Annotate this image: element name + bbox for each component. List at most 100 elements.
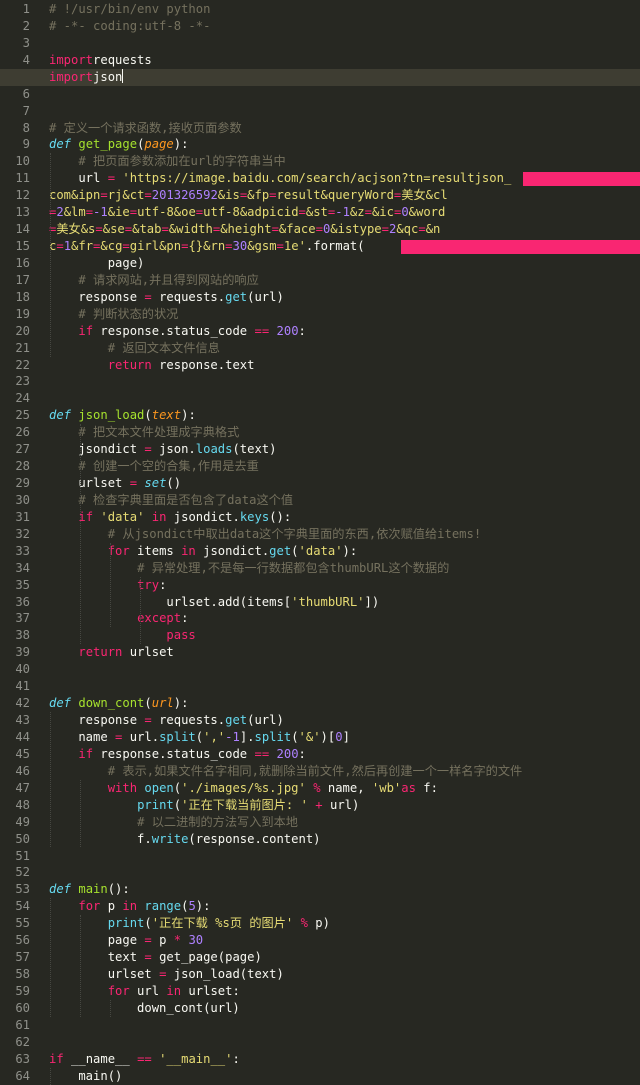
code-line[interactable]: except: — [49, 610, 188, 627]
code-line[interactable]: jsondict = json.loads(text) — [49, 441, 276, 458]
line-number: 63 — [15, 1051, 30, 1066]
code-line[interactable]: urlset = set() — [49, 475, 181, 492]
line-number: 13 — [15, 205, 30, 220]
code-line[interactable]: # 请求网站,并且得到网站的响应 — [49, 272, 259, 289]
code-token: ( — [144, 408, 152, 423]
code-token: requests. — [151, 289, 226, 304]
line-number: 10 — [15, 154, 30, 169]
code-token: url — [151, 696, 174, 711]
code-line[interactable]: main() — [49, 1068, 122, 1085]
line-number: 17 — [15, 272, 30, 287]
code-line[interactable]: # !/usr/bin/env python — [49, 1, 210, 18]
code-line[interactable]: f.write(response.content) — [49, 831, 320, 848]
code-token: &ic — [371, 205, 394, 220]
code-line[interactable]: def main(): — [49, 881, 130, 898]
code-token: = — [129, 476, 138, 491]
code-line[interactable]: urlset = json_load(text) — [49, 966, 284, 983]
code-line[interactable]: name = url.split(','-1].split('&')[0] — [49, 729, 350, 746]
line-number: 2 — [22, 18, 30, 33]
code-line[interactable]: if __name__ == '__main__': — [49, 1051, 240, 1068]
code-line[interactable]: if response.status_code == 200: — [49, 746, 306, 763]
code-line[interactable]: for p in range(5): — [49, 898, 210, 915]
code-line[interactable]: with open('./images/%s.jpg' % name, 'wb'… — [49, 780, 438, 797]
code-token: jsondict. — [195, 543, 270, 558]
code-token: 200 — [276, 323, 299, 338]
redaction-bar — [523, 172, 640, 187]
code-line[interactable]: def get_page(page): — [49, 136, 188, 153]
code-token: def — [49, 882, 72, 897]
code-line[interactable]: importrequests — [49, 52, 152, 69]
code-line[interactable]: def json_load(text): — [49, 407, 196, 424]
code-token: open — [144, 780, 174, 795]
code-line[interactable]: for url in urlset: — [49, 983, 240, 1000]
code-line[interactable]: if 'data' in jsondict.keys(): — [49, 509, 291, 526]
code-token: # 表示,如果文件名字相同,就删除当前文件,然后再创建一个一样名字的文件 — [107, 763, 523, 778]
code-line[interactable]: url = 'https://image.baidu.com/search/ac… — [49, 170, 511, 187]
code-token: -1 — [225, 729, 240, 744]
code-line[interactable]: =美女&s=&se=&tab=&width=&height=&face=0&is… — [49, 221, 440, 238]
code-line[interactable]: urlset.add(items['thumbURL']) — [49, 594, 379, 611]
code-token: get — [225, 289, 248, 304]
code-line[interactable]: # 从jsondict中取出data这个字典里面的东西,依次赋值给items! — [49, 526, 481, 543]
code-line[interactable]: print('正在下载当前图片: ' + url) — [49, 797, 359, 814]
code-token: urlset: — [181, 983, 240, 998]
code-editor[interactable]: 1234567891011121314151617181920212223242… — [0, 0, 640, 1085]
code-line[interactable]: # 检查字典里面是否包含了data这个值 — [49, 492, 293, 509]
code-token: 0 — [335, 729, 343, 744]
code-line[interactable]: for items in jsondict.get('data'): — [49, 543, 358, 560]
line-number: 43 — [15, 713, 30, 728]
code-line[interactable]: # 返回文本文件信息 — [49, 340, 220, 357]
code-line[interactable]: page = p * 30 — [49, 932, 203, 949]
code-token: # 请求网站,并且得到网站的响应 — [78, 272, 259, 287]
code-line[interactable]: if response.status_code == 200: — [49, 323, 306, 340]
code-token: get_page(page) — [151, 950, 262, 965]
code-line[interactable]: print('正在下载 %s页 的图片' % p) — [49, 915, 330, 932]
code-line[interactable]: down_cont(url) — [49, 1000, 240, 1017]
code-token: def — [49, 696, 72, 711]
code-line[interactable]: # 定义一个请求函数,接收页面参数 — [49, 120, 242, 137]
code-line[interactable]: # -*- coding:utf-8 -*- — [49, 18, 210, 35]
code-line[interactable]: # 判断状态的状况 — [49, 306, 178, 323]
code-token: 1 — [63, 239, 72, 254]
code-line[interactable]: c=1&fr=&cg=girl&pn={}&rn=30&gsm=1e'.form… — [49, 238, 365, 255]
code-token: in — [122, 899, 138, 914]
code-line[interactable]: response = requests.get(url) — [49, 712, 283, 729]
code-token: utf-8&oe — [137, 205, 196, 220]
code-line[interactable]: response = requests.get(url) — [49, 289, 283, 306]
code-line[interactable]: com&ipn=rj&ct=201326592&is=&fp=result&qu… — [49, 187, 448, 204]
code-line[interactable]: importjson — [0, 68, 640, 86]
code-line[interactable]: # 把文本文件处理成字典格式 — [49, 424, 239, 441]
code-line[interactable]: pass — [49, 627, 195, 644]
code-token: split — [159, 729, 196, 744]
line-number: 33 — [15, 543, 30, 558]
code-line[interactable]: =2&lm=-1&ie=utf-8&oe=utf-8&adpicid=&st=-… — [49, 204, 445, 221]
code-line[interactable]: try: — [49, 577, 166, 594]
code-token: rj&ct — [107, 188, 145, 203]
code-token: return — [78, 645, 123, 660]
code-line[interactable]: def down_cont(url): — [49, 695, 188, 712]
line-number: 59 — [15, 983, 30, 998]
code-token: urlset — [122, 645, 174, 660]
code-line[interactable]: return urlset — [49, 644, 174, 661]
code-area[interactable]: # !/usr/bin/env python # -*- coding:utf-8… — [0, 0, 640, 1085]
line-number: 21 — [15, 340, 30, 355]
line-number: 41 — [15, 679, 30, 694]
code-token: page) — [49, 255, 145, 270]
code-token: def — [49, 137, 72, 152]
code-line[interactable]: page) — [49, 255, 145, 272]
code-line[interactable]: # 以二进制的方法写入到本地 — [49, 814, 298, 831]
line-number: 29 — [15, 476, 30, 491]
line-number: 7 — [22, 103, 30, 118]
code-token: {}&rn — [188, 239, 226, 254]
code-line[interactable]: return response.text — [49, 357, 255, 374]
code-line[interactable]: # 表示,如果文件名字相同,就删除当前文件,然后再创建一个一样名字的文件 — [49, 763, 523, 780]
code-token: text — [151, 408, 182, 423]
code-line[interactable]: # 把页面参数添加在url的字符串当中 — [49, 153, 285, 170]
